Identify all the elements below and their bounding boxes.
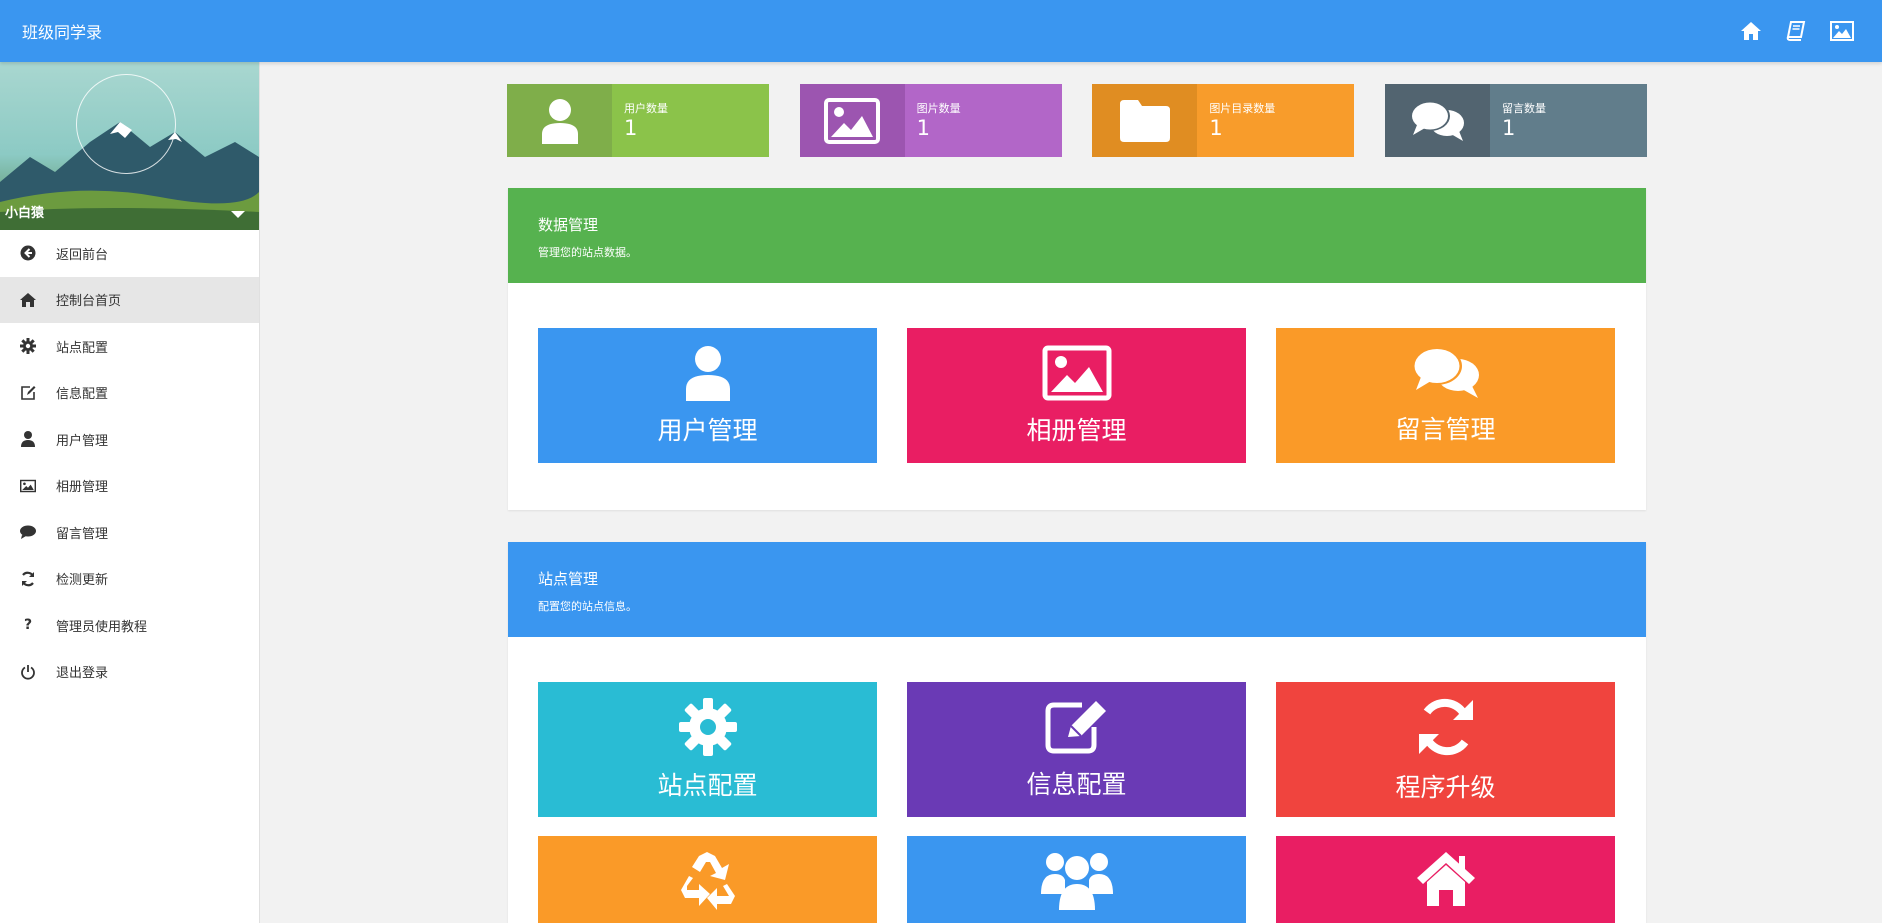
question-icon: ? bbox=[23, 617, 33, 634]
sidebar-item-label: 信息配置 bbox=[56, 387, 109, 403]
arrow-circle-left-icon bbox=[20, 245, 36, 261]
stat-label: 图片目录数量 bbox=[1209, 102, 1276, 115]
sidebar-item-label: 退出登录 bbox=[56, 666, 109, 682]
panel-subtitle: 配置您的站点信息。 bbox=[538, 600, 637, 613]
gear-icon bbox=[20, 338, 36, 355]
album-manage-tile[interactable]: 相册管理 bbox=[907, 328, 1246, 463]
sidebar-item-label: 用户管理 bbox=[56, 433, 109, 449]
tile-label: 程序升级 bbox=[1395, 772, 1496, 802]
stat-label: 留言数量 bbox=[1501, 102, 1546, 115]
user-icon bbox=[20, 431, 36, 448]
info-config-tile[interactable]: 信息配置 bbox=[907, 682, 1246, 817]
house-icon bbox=[1416, 852, 1475, 906]
site-management-panel: 站点管理 配置您的站点信息。 站点配置 信息配置 程序升级 bbox=[508, 542, 1646, 923]
sidebar-menu: 返回前台 控制台首页 站点配置 信息配置 用户管理 相册管理 留言管理 检测更新… bbox=[0, 230, 259, 695]
sidebar: 小白猿 返回前台 控制台首页 站点配置 信息配置 用户管理 相册管理 留言管理 … bbox=[0, 62, 260, 923]
sidebar-item-dashboard[interactable]: 控制台首页 bbox=[0, 276, 259, 323]
sidebar-item-label: 管理员使用教程 bbox=[56, 619, 148, 635]
stat-label: 用户数量 bbox=[624, 102, 668, 115]
message-manage-tile[interactable]: 留言管理 bbox=[1276, 328, 1615, 463]
panel-subtitle: 管理您的站点数据。 bbox=[538, 246, 637, 259]
sidebar-item-album-manage[interactable]: 相册管理 bbox=[0, 463, 259, 510]
refresh-icon bbox=[1418, 698, 1473, 755]
stat-value: 1 bbox=[1209, 116, 1223, 140]
top-navbar: 班级同学录 bbox=[0, 0, 1882, 62]
main-content: 用户数量 1 图片数量 1 图片目录数量 1 留言数量 1 数据管理 管理您的站… bbox=[260, 62, 1882, 923]
folder-icon bbox=[1092, 84, 1198, 157]
sidebar-item-admin-tutorial[interactable]: ? 管理员使用教程 bbox=[0, 602, 259, 649]
top-icon-group bbox=[1740, 21, 1860, 41]
sidebar-item-info-config[interactable]: 信息配置 bbox=[0, 370, 259, 417]
recycle-tile[interactable] bbox=[538, 836, 877, 923]
home-icon[interactable] bbox=[1740, 21, 1762, 41]
recycle-icon bbox=[680, 852, 735, 910]
sidebar-item-label: 检测更新 bbox=[56, 573, 109, 589]
sidebar-item-return-frontend[interactable]: 返回前台 bbox=[0, 230, 259, 277]
comments-icon bbox=[1411, 346, 1479, 398]
panel-header: 数据管理 管理您的站点数据。 bbox=[508, 188, 1646, 283]
stats-row: 用户数量 1 图片数量 1 图片目录数量 1 留言数量 1 bbox=[507, 84, 1647, 157]
gear-icon bbox=[678, 697, 737, 756]
comments-icon bbox=[1384, 84, 1490, 157]
stat-value: 1 bbox=[1501, 116, 1516, 140]
program-upgrade-tile[interactable]: 程序升级 bbox=[1276, 682, 1615, 817]
sidebar-item-message-manage[interactable]: 留言管理 bbox=[0, 509, 259, 556]
tile-label: 留言管理 bbox=[1395, 414, 1496, 444]
user-icon bbox=[685, 345, 730, 401]
user-manage-tile[interactable]: 用户管理 bbox=[538, 328, 877, 463]
sidebar-item-label: 控制台首页 bbox=[56, 294, 122, 310]
stat-card-picture-folders: 图片目录数量 1 bbox=[1092, 84, 1355, 157]
panel-header: 站点管理 配置您的站点信息。 bbox=[508, 542, 1646, 637]
sidebar-item-label: 相册管理 bbox=[56, 480, 109, 496]
avatar[interactable] bbox=[76, 74, 176, 174]
site-config-tile[interactable]: 站点配置 bbox=[538, 682, 877, 817]
stat-card-messages: 留言数量 1 bbox=[1384, 84, 1647, 157]
tile-label: 用户管理 bbox=[657, 415, 758, 445]
sidebar-item-site-config[interactable]: 站点配置 bbox=[0, 323, 259, 370]
users-tile[interactable] bbox=[907, 836, 1246, 923]
sidebar-item-check-update[interactable]: 检测更新 bbox=[0, 556, 259, 603]
refresh-icon bbox=[20, 571, 36, 587]
edit-icon bbox=[20, 385, 36, 401]
home-icon bbox=[20, 292, 36, 308]
app-title[interactable]: 班级同学录 bbox=[22, 19, 102, 43]
sidebar-item-label: 站点配置 bbox=[56, 340, 109, 356]
stat-label: 图片数量 bbox=[916, 102, 961, 115]
sidebar-item-label: 返回前台 bbox=[56, 247, 109, 263]
sidebar-item-label: 留言管理 bbox=[56, 526, 109, 542]
stat-card-users: 用户数量 1 bbox=[507, 84, 769, 157]
tile-label: 站点配置 bbox=[657, 770, 758, 800]
stat-value: 1 bbox=[916, 116, 931, 140]
book-icon[interactable] bbox=[1786, 21, 1806, 41]
data-management-panel: 数据管理 管理您的站点数据。 用户管理 相册管理 留言管理 bbox=[508, 188, 1646, 510]
picture-icon bbox=[1042, 345, 1111, 400]
comment-icon bbox=[20, 524, 36, 540]
edit-icon bbox=[1045, 700, 1106, 753]
image-icon[interactable] bbox=[1830, 21, 1854, 41]
home-tile[interactable] bbox=[1276, 836, 1615, 923]
tile-label: 相册管理 bbox=[1026, 415, 1127, 445]
chevron-down-icon[interactable] bbox=[231, 211, 245, 218]
picture-icon bbox=[799, 84, 905, 157]
sidebar-item-user-manage[interactable]: 用户管理 bbox=[0, 416, 259, 463]
profile-banner: 小白猿 bbox=[0, 62, 259, 230]
username: 小白猿 bbox=[5, 206, 45, 221]
stat-card-pictures: 图片数量 1 bbox=[799, 84, 1062, 157]
tile-label: 信息配置 bbox=[1026, 769, 1127, 799]
sidebar-item-logout[interactable]: 退出登录 bbox=[0, 649, 259, 696]
user-icon bbox=[507, 84, 612, 157]
stat-value: 1 bbox=[624, 116, 638, 140]
panel-title: 站点管理 bbox=[538, 570, 599, 588]
picture-icon bbox=[20, 478, 36, 494]
panel-title: 数据管理 bbox=[538, 216, 599, 234]
users-icon bbox=[1040, 853, 1113, 910]
power-icon bbox=[20, 664, 36, 680]
